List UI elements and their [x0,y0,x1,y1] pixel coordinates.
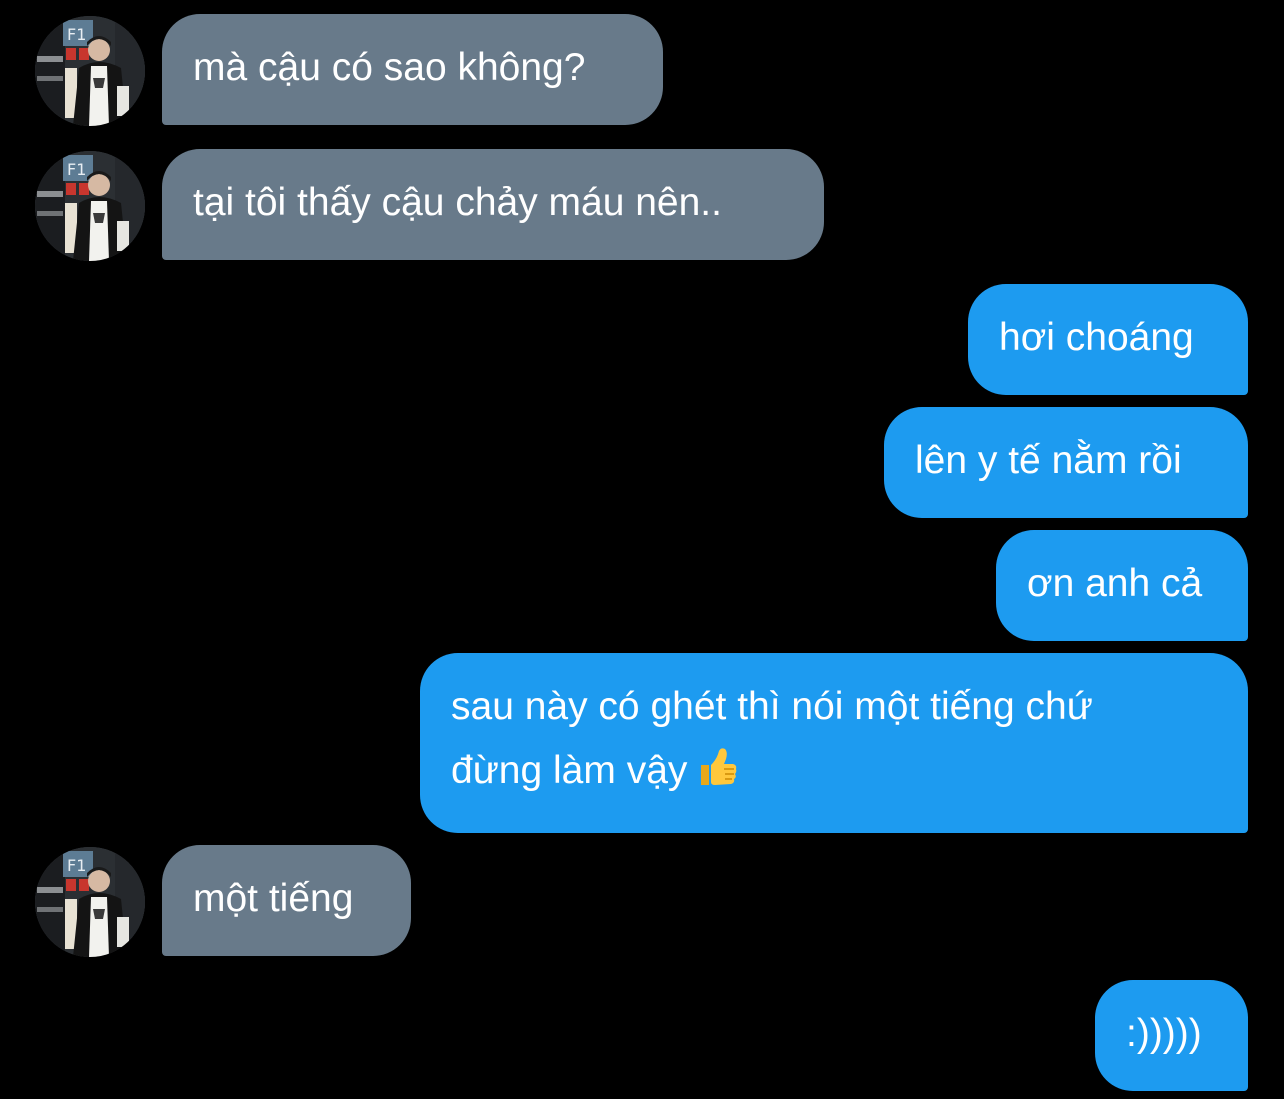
thumbs-up-emoji-icon [701,748,737,785]
sign-text: F1 [67,856,86,875]
message-text: mà cậu có sao không? [193,46,586,89]
message-bubble-outgoing[interactable]: hơi choáng [968,284,1248,395]
message-text: một tiếng [193,877,354,920]
message-bubble-incoming[interactable]: mà cậu có sao không? [162,14,663,125]
avatar[interactable]: F1 [35,16,145,126]
profile-photo-icon: F1 [35,16,145,126]
message-bubble-outgoing[interactable]: :))))) [1095,980,1248,1091]
message-text: tại tôi thấy cậu chảy máu nên.. [193,181,722,224]
profile-photo-icon: F1 [35,151,145,261]
message-text-line-2: đừng làm vậy [451,739,1218,803]
sign-text: F1 [67,160,86,179]
message-text: đừng làm vậy [451,749,688,792]
message-text: hơi choáng [999,316,1194,359]
message-bubble-outgoing[interactable]: lên y tế nằm rồi [884,407,1248,518]
message-bubble-incoming[interactable]: một tiếng [162,845,411,956]
sign-text: F1 [67,25,86,44]
message-text: ơn anh cả [1027,562,1203,605]
message-text: :))))) [1126,1012,1202,1055]
message-text: sau này có ghét thì nói một tiếng chứ [451,685,1093,728]
message-bubble-incoming[interactable]: tại tôi thấy cậu chảy máu nên.. [162,149,824,260]
avatar[interactable]: F1 [35,151,145,261]
message-text: lên y tế nằm rồi [915,439,1182,482]
avatar[interactable]: F1 [35,847,145,957]
message-bubble-outgoing[interactable]: ơn anh cả [996,530,1248,641]
message-bubble-outgoing[interactable]: sau này có ghét thì nói một tiếng chứ đừ… [420,653,1248,833]
profile-photo-icon: F1 [35,847,145,957]
